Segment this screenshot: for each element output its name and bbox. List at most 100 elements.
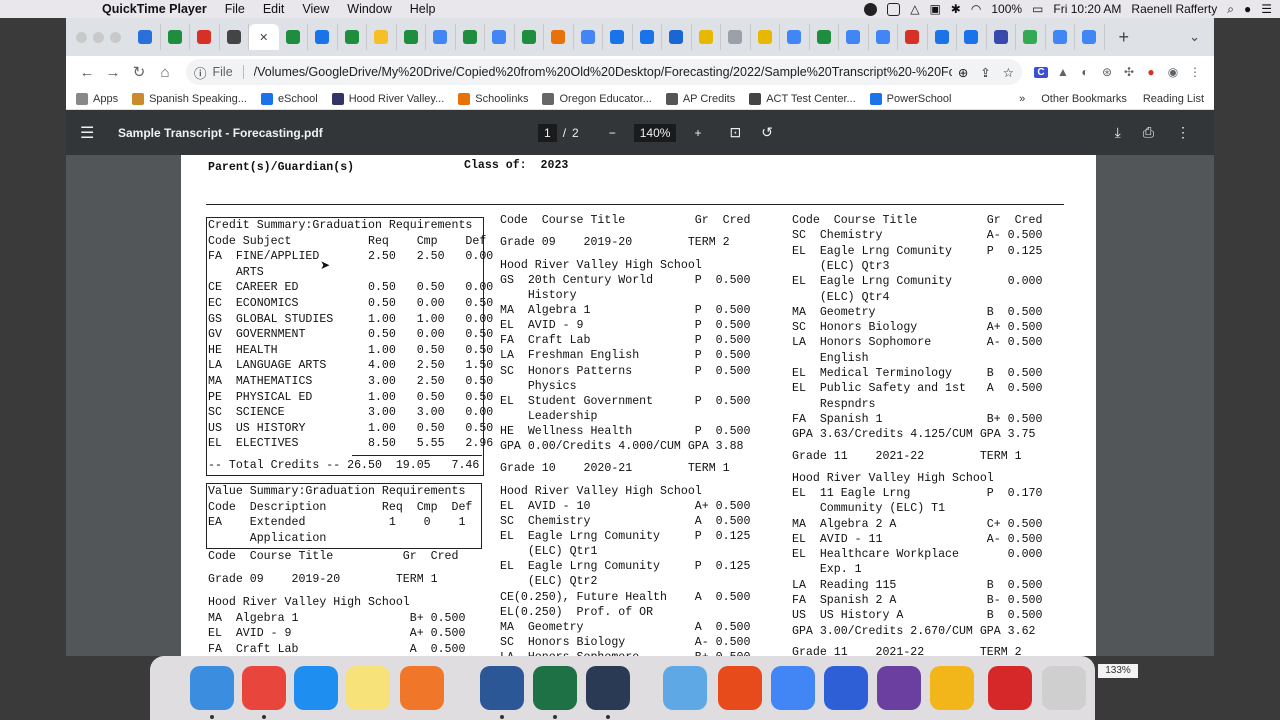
tab-search-chevron-icon[interactable]: ⌄ xyxy=(1189,29,1200,45)
screen-icon[interactable] xyxy=(887,2,901,16)
red-app-icon[interactable] xyxy=(988,666,1032,710)
browser-tab[interactable] xyxy=(839,24,869,50)
bookmark-item[interactable]: Hood River Valley... xyxy=(331,92,444,105)
zoom-icon[interactable]: ⊕ xyxy=(958,65,968,80)
page-input[interactable]: 1 xyxy=(538,123,557,142)
reload-icon[interactable]: ↻ xyxy=(126,63,152,81)
trash-icon[interactable] xyxy=(1042,666,1086,710)
active-tab[interactable]: ✕ xyxy=(249,24,279,50)
battery-percent[interactable]: 100% xyxy=(991,2,1022,16)
browser-tab[interactable] xyxy=(633,24,662,50)
browser-tab[interactable] xyxy=(957,24,987,50)
more-bookmarks-icon[interactable]: » xyxy=(1019,93,1025,105)
browser-tab[interactable] xyxy=(987,24,1016,50)
google-icon[interactable] xyxy=(771,666,815,710)
home-icon[interactable]: ⌂ xyxy=(152,64,178,81)
forward-arrow-icon[interactable]: → xyxy=(100,64,126,81)
browser-tab[interactable] xyxy=(603,24,633,50)
hamburger-menu-icon[interactable]: ☰ xyxy=(80,123,110,143)
reading-list[interactable]: Reading List xyxy=(1143,93,1204,105)
browser-tab[interactable] xyxy=(869,24,898,50)
print-icon[interactable]: ⎙ xyxy=(1143,124,1154,141)
menu-window[interactable]: Window xyxy=(347,2,391,16)
bookmark-item[interactable]: eSchool xyxy=(260,92,318,105)
rotate-icon[interactable]: ↺ xyxy=(761,124,773,141)
menu-file[interactable]: File xyxy=(225,2,245,16)
word-icon[interactable] xyxy=(480,666,524,710)
clock[interactable]: Fri 10:20 AM xyxy=(1053,2,1121,16)
browser-tab[interactable] xyxy=(751,24,780,50)
google-drive-icon[interactable]: ▲ xyxy=(1052,65,1074,79)
url-text[interactable]: /Volumes/GoogleDrive/My%20Drive/Copied%2… xyxy=(254,65,952,79)
puzzle-icon[interactable]: ✣ xyxy=(1118,65,1140,79)
battery-icon[interactable]: ▭ xyxy=(1032,2,1043,16)
info-icon[interactable]: ⓘ xyxy=(194,63,207,82)
browser-tab[interactable] xyxy=(456,24,485,50)
browser-tab[interactable] xyxy=(308,24,338,50)
close-window-button[interactable] xyxy=(76,31,87,43)
new-tab-button[interactable]: + xyxy=(1119,27,1130,48)
plus360-icon[interactable] xyxy=(877,666,921,710)
other-bookmarks[interactable]: Other Bookmarks xyxy=(1041,93,1127,105)
extension-icon[interactable]: ◐ xyxy=(1074,65,1096,79)
browser-tab[interactable] xyxy=(1046,24,1075,50)
browser-tab[interactable] xyxy=(692,24,721,50)
bookmark-item[interactable]: ACT Test Center... xyxy=(749,92,856,105)
browser-tab[interactable] xyxy=(397,24,426,50)
minimize-window-button[interactable] xyxy=(93,31,104,43)
extension-red-icon[interactable]: ● xyxy=(1140,65,1162,79)
finder-icon[interactable] xyxy=(190,666,234,710)
bookmark-item[interactable]: Apps xyxy=(76,92,118,105)
browser-tab[interactable] xyxy=(220,24,249,50)
extension-icon[interactable]: ⊛ xyxy=(1096,65,1118,79)
warning-icon[interactable]: △ xyxy=(910,2,919,16)
browser-tab[interactable] xyxy=(515,24,544,50)
dropbox-icon[interactable]: ▣ xyxy=(929,2,940,16)
control-center-icon[interactable]: ☰ xyxy=(1261,2,1272,16)
extension-c-icon[interactable]: C xyxy=(1030,65,1052,79)
sam-icon[interactable] xyxy=(930,666,974,710)
spotlight-icon[interactable]: ⌕ xyxy=(1227,2,1234,17)
user-name[interactable]: Raenell Rafferty xyxy=(1131,2,1217,16)
download-icon[interactable]: ⤓ xyxy=(1115,124,1121,141)
bookmark-item[interactable]: Spanish Speaking... xyxy=(132,92,247,105)
quicktime-icon[interactable] xyxy=(586,666,630,710)
browser-tab[interactable] xyxy=(662,24,692,50)
siri-icon[interactable]: ● xyxy=(1244,2,1251,16)
zoom-in-icon[interactable]: + xyxy=(694,126,701,140)
profile-avatar[interactable]: ◉ xyxy=(1162,65,1184,79)
browser-tab[interactable] xyxy=(279,24,308,50)
zoom-out-icon[interactable]: − xyxy=(609,126,616,140)
bookmark-item[interactable]: Schoolinks xyxy=(458,92,528,105)
bluetooth-icon[interactable]: ✱ xyxy=(951,2,961,16)
wifi-icon[interactable]: ◠ xyxy=(971,2,981,16)
browser-tab[interactable] xyxy=(131,24,161,50)
applications-folder-icon[interactable] xyxy=(663,666,707,710)
chrome-icon[interactable] xyxy=(242,666,286,710)
more-actions-icon[interactable]: ⋮ xyxy=(1176,124,1190,141)
browser-tab[interactable] xyxy=(780,24,810,50)
browser-tab[interactable] xyxy=(1075,24,1105,50)
browser-tab[interactable] xyxy=(810,24,839,50)
notes-icon[interactable] xyxy=(346,666,390,710)
bookmark-item[interactable]: Oregon Educator... xyxy=(542,92,652,105)
zoom-window-button[interactable] xyxy=(110,31,121,43)
browser-tab[interactable] xyxy=(544,24,574,50)
browser-tab[interactable] xyxy=(485,24,515,50)
pdf-viewer[interactable]: Parent(s)/Guardian(s) Class of: 2023 Cre… xyxy=(66,155,1214,656)
star-icon[interactable]: ☆ xyxy=(1003,65,1014,80)
browser-tab[interactable] xyxy=(898,24,928,50)
browser-tab[interactable] xyxy=(928,24,957,50)
firefox-icon[interactable] xyxy=(400,666,444,710)
bookmark-item[interactable]: AP Credits xyxy=(665,92,735,105)
menu-help[interactable]: Help xyxy=(410,2,436,16)
fit-page-icon[interactable]: ⊡ xyxy=(729,124,741,141)
bookmark-item[interactable]: PowerSchool xyxy=(869,92,952,105)
menubar-app-name[interactable]: QuickTime Player xyxy=(102,2,207,16)
excel-icon[interactable] xyxy=(533,666,577,710)
browser-tab[interactable] xyxy=(574,24,603,50)
office-icon[interactable] xyxy=(718,666,762,710)
browser-tab[interactable] xyxy=(367,24,397,50)
close-tab-icon[interactable]: ✕ xyxy=(259,31,268,44)
c-app-icon[interactable] xyxy=(824,666,868,710)
